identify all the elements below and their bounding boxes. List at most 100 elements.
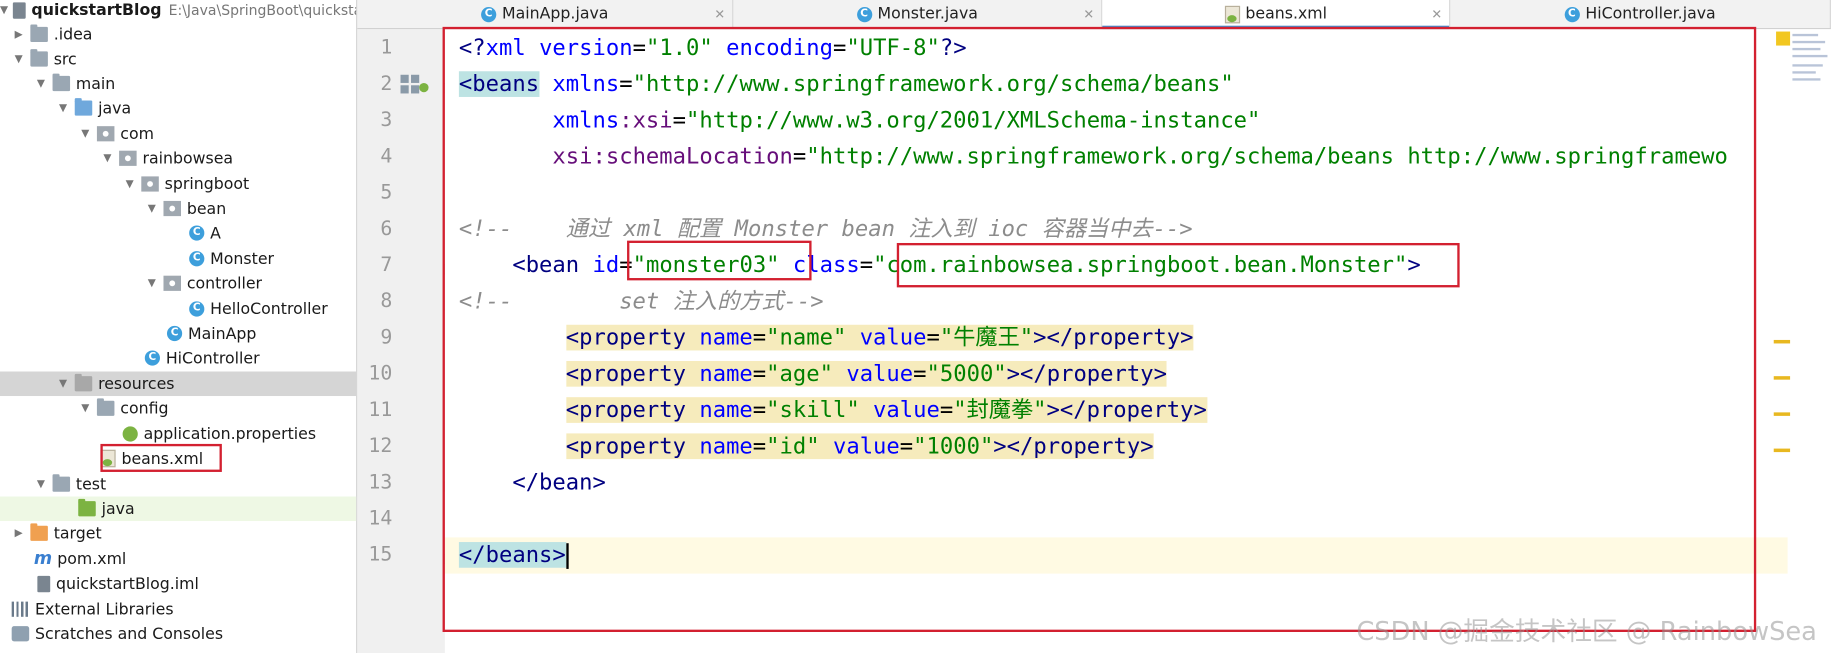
tree-node-external-libraries[interactable]: External Libraries	[0, 597, 356, 622]
tree-node-bean[interactable]: ▼ bean	[0, 196, 356, 221]
tree-node-springboot[interactable]: ▼ springboot	[0, 172, 356, 197]
collapse-arrow-icon[interactable]: ▼	[0, 4, 8, 16]
tree-node-java[interactable]: ▼ java	[0, 96, 356, 121]
tab-hicontroller[interactable]: C HiController.java	[1450, 0, 1831, 29]
maven-icon: m	[33, 547, 53, 569]
class-icon: C	[189, 251, 205, 267]
watermark: CSDN @掘金技术社区 @ RainbowSea	[1356, 617, 1817, 648]
source-folder-icon	[74, 98, 93, 116]
tree-node-scratches[interactable]: Scratches and Consoles	[0, 621, 356, 646]
package-icon	[96, 126, 115, 142]
collapse-arrow-icon[interactable]: ▼	[34, 478, 48, 490]
folder-icon	[52, 73, 71, 92]
collapse-arrow-icon[interactable]: ▼	[145, 203, 159, 215]
tab-beans-xml[interactable]: beans.xml ✕	[1102, 0, 1451, 30]
module-icon	[12, 1, 26, 19]
line-number: 11	[368, 398, 393, 422]
highlight-box	[442, 26, 1757, 632]
error-stripe[interactable]	[1773, 29, 1831, 653]
warning-marker[interactable]	[1773, 448, 1791, 453]
tree-node-class-hellocontroller[interactable]: C HelloController	[0, 297, 356, 322]
tree-node-iml[interactable]: quickstartBlog.iml	[0, 571, 356, 596]
collapse-arrow-icon[interactable]: ▼	[34, 78, 48, 90]
scratches-icon	[11, 626, 30, 642]
class-icon: C	[189, 301, 205, 317]
spring-bean-gutter-icon[interactable]	[399, 71, 429, 97]
tree-root[interactable]: ▼ quickstartBlog E:\Java\SpringBoot\quic…	[0, 0, 356, 22]
folder-icon	[96, 398, 115, 416]
resources-folder-icon	[74, 373, 93, 392]
tree-node-src[interactable]: ▼ src	[0, 47, 356, 72]
tree-node-idea[interactable]: ▶ .idea	[0, 22, 356, 47]
line-number: 7	[380, 253, 393, 277]
tree-node-pom[interactable]: m pom.xml	[0, 547, 356, 572]
tree-node-resources[interactable]: ▼ resources	[0, 371, 357, 397]
close-icon[interactable]: ✕	[1083, 6, 1094, 21]
libraries-icon	[11, 601, 30, 617]
collapse-arrow-icon[interactable]: ▼	[78, 128, 92, 140]
tab-monster[interactable]: C Monster.java ✕	[733, 0, 1103, 29]
tree-node-test[interactable]: ▼ test	[0, 472, 356, 497]
package-icon	[141, 176, 159, 192]
collapse-arrow-icon[interactable]: ▼	[12, 53, 26, 65]
highlight-box	[100, 443, 222, 472]
tree-node-class-mainapp[interactable]: C MainApp	[0, 321, 356, 346]
tree-node-com[interactable]: ▼ com	[0, 121, 356, 146]
ide-window: ▼ quickstartBlog E:\Java\SpringBoot\quic…	[0, 0, 1831, 653]
line-number: 9	[380, 325, 393, 350]
module-file-icon	[37, 575, 51, 592]
code-minimap[interactable]	[1792, 32, 1828, 90]
tree-node-class-hicontroller[interactable]: C HiController	[0, 346, 356, 371]
tree-node-main[interactable]: ▼ main	[0, 71, 356, 96]
warning-indicator-icon[interactable]	[1776, 31, 1791, 46]
tree-node-class-a[interactable]: CA	[0, 221, 356, 246]
tab-mainapp[interactable]: C MainApp.java ✕	[357, 0, 734, 29]
root-path: E:\Java\SpringBoot\quickstar	[168, 1, 358, 19]
line-number-gutter[interactable]: 1 2 3 4 5 6 7 8 9 10 11 12 13 14 15	[357, 29, 454, 653]
warning-marker[interactable]	[1773, 376, 1791, 380]
class-icon: C	[856, 6, 872, 22]
package-icon	[163, 200, 181, 217]
warning-marker[interactable]	[1773, 339, 1791, 344]
test-folder-icon	[78, 498, 96, 517]
line-number: 13	[368, 470, 393, 495]
line-number: 5	[380, 181, 393, 205]
properties-file-icon	[122, 426, 138, 442]
folder-icon	[30, 49, 48, 67]
collapse-arrow-icon[interactable]: ▼	[100, 152, 114, 164]
collapse-arrow-icon[interactable]: ▼	[56, 378, 70, 390]
tree-node-rainbowsea[interactable]: ▼ rainbowsea	[0, 146, 356, 171]
tree-node-class-monster[interactable]: C Monster	[0, 246, 356, 271]
line-number: 8	[380, 289, 393, 314]
close-icon[interactable]: ✕	[1431, 6, 1442, 21]
line-number: 4	[380, 144, 393, 169]
tree-node-application-properties[interactable]: application.properties	[0, 422, 356, 447]
collapse-arrow-icon[interactable]: ▼	[56, 102, 70, 114]
line-number: 10	[368, 362, 393, 386]
tree-node-controller[interactable]: ▼ controller	[0, 271, 356, 296]
collapse-arrow-icon[interactable]: ▼	[78, 402, 92, 414]
line-number: 2	[380, 72, 393, 96]
line-number: 15	[368, 543, 393, 567]
expand-arrow-icon[interactable]: ▶	[12, 527, 26, 539]
class-icon: C	[189, 225, 205, 241]
line-number: 6	[380, 217, 393, 241]
folder-icon	[52, 474, 71, 492]
expand-arrow-icon[interactable]: ▶	[12, 29, 26, 41]
root-name: quickstartBlog	[31, 0, 162, 20]
collapse-arrow-icon[interactable]: ▼	[123, 178, 137, 190]
line-number: 12	[368, 434, 393, 458]
project-tree-panel: ▼ quickstartBlog E:\Java\SpringBoot\quic…	[0, 0, 358, 653]
spring-boot-class-icon: C	[166, 325, 183, 342]
collapse-arrow-icon[interactable]: ▼	[145, 277, 159, 289]
line-number: 14	[368, 506, 393, 531]
warning-marker[interactable]	[1773, 412, 1791, 416]
package-icon	[163, 275, 181, 291]
tree-node-test-java[interactable]: java	[0, 496, 357, 522]
tree-node-config[interactable]: ▼ config	[0, 396, 356, 421]
class-icon: C	[480, 6, 497, 22]
line-number: 1	[380, 36, 393, 60]
editor-tabs: C MainApp.java ✕ C Monster.java ✕ beans.xm…	[357, 0, 1831, 30]
tree-node-target[interactable]: ▶ target	[0, 521, 356, 546]
close-icon[interactable]: ✕	[714, 6, 725, 21]
